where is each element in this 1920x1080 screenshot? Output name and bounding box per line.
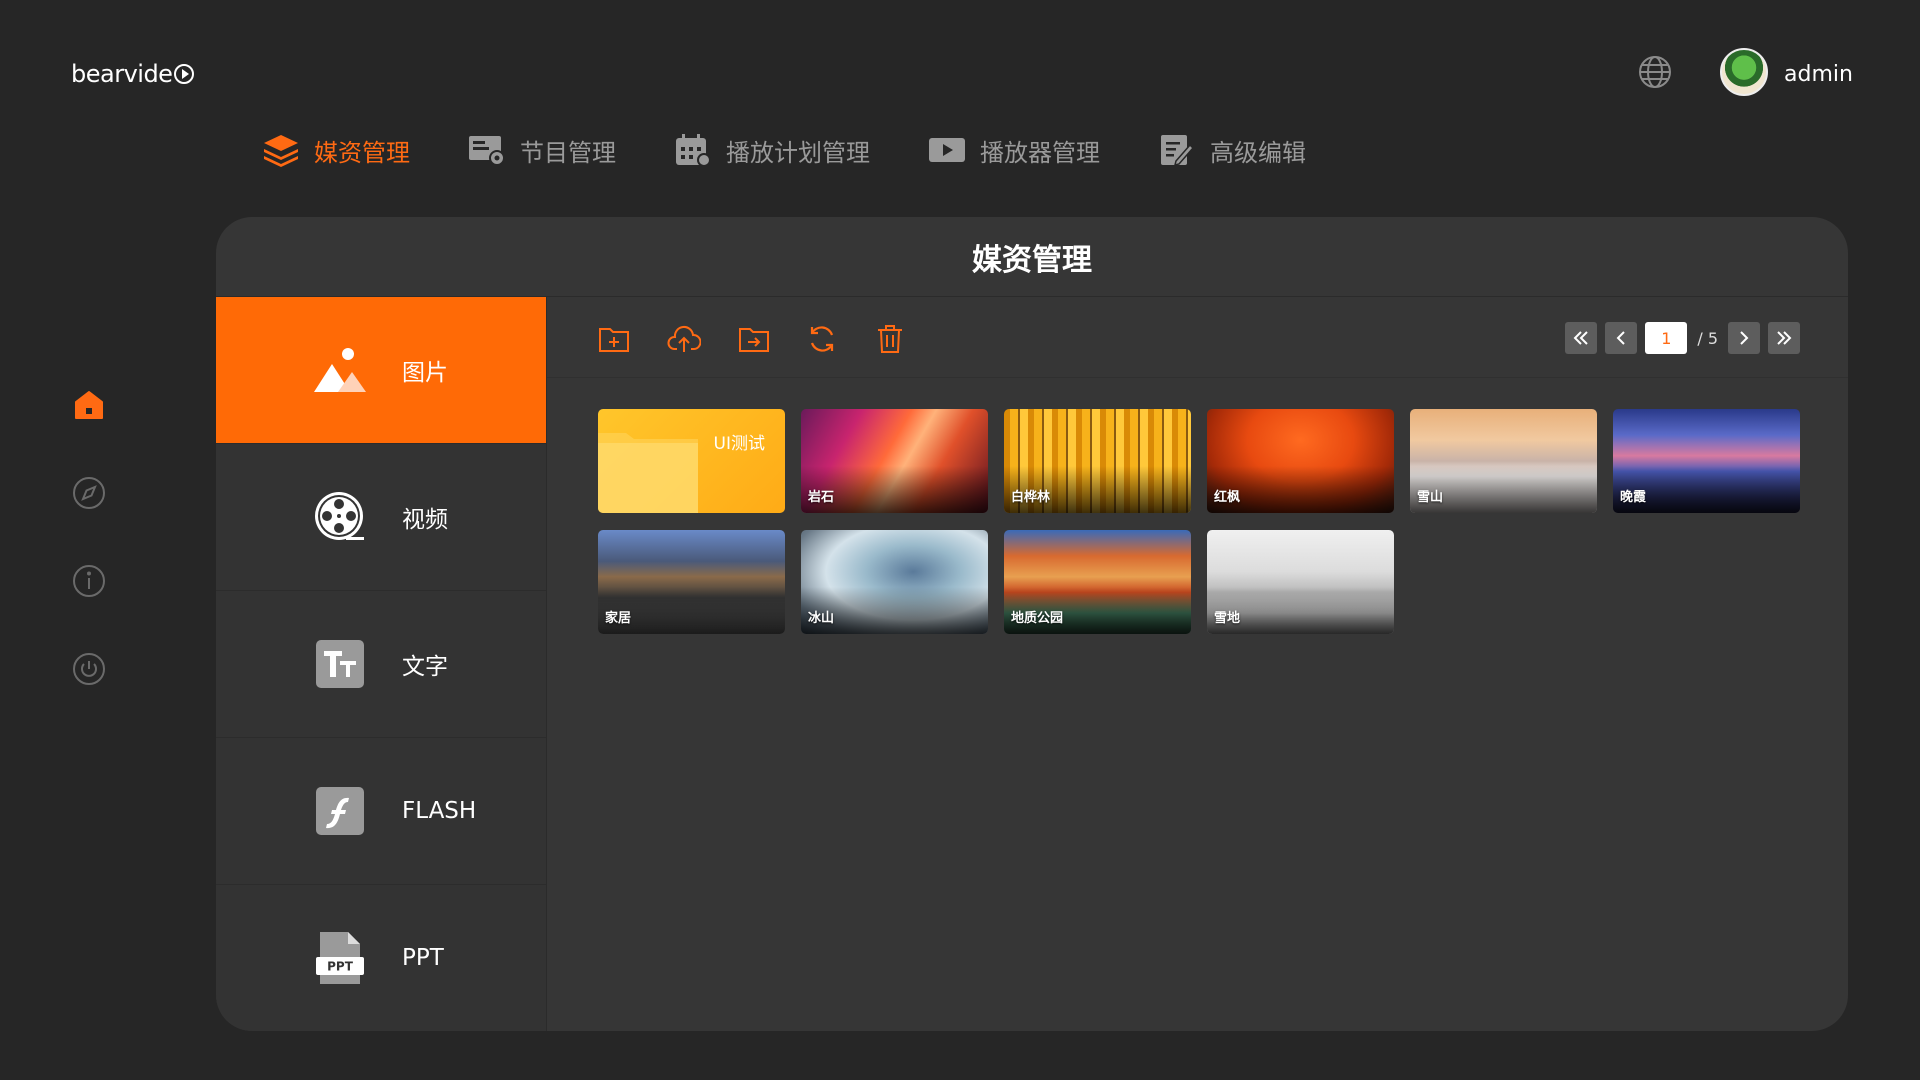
- folder-tile[interactable]: UI测试: [598, 409, 785, 513]
- folder-label: UI测试: [713, 434, 765, 454]
- sidebar: [72, 388, 106, 686]
- nav-item-label: 高级编辑: [1210, 138, 1306, 167]
- nav-item-media[interactable]: 媒资管理: [262, 130, 410, 170]
- tile-label: 白桦林: [1011, 490, 1051, 505]
- nav-item-schedule[interactable]: 播放计划管理: [674, 130, 870, 170]
- nav-item-advanced-edit[interactable]: 高级编辑: [1158, 130, 1306, 170]
- image-tile[interactable]: 冰山: [801, 530, 988, 634]
- avatar[interactable]: [1720, 48, 1768, 96]
- delete-icon[interactable]: [873, 322, 907, 356]
- nav-item-label: 媒资管理: [314, 138, 410, 167]
- first-page-button[interactable]: [1565, 322, 1598, 354]
- film-reel-icon: [312, 489, 368, 545]
- stack-icon: [262, 133, 300, 167]
- text-icon: [312, 636, 368, 692]
- folder-icon: [598, 433, 698, 513]
- flash-icon: [312, 783, 368, 839]
- compass-icon[interactable]: [72, 476, 106, 510]
- nav-item-program[interactable]: 节目管理: [468, 130, 616, 170]
- tile-label: 岩石: [808, 490, 835, 505]
- page-title: 媒资管理: [216, 217, 1848, 297]
- app-logo[interactable]: bearvide: [71, 60, 195, 88]
- tile-label: 地质公园: [1011, 611, 1064, 626]
- username[interactable]: admin: [1784, 62, 1853, 87]
- image-tile[interactable]: 岩石: [801, 409, 988, 513]
- new-folder-icon[interactable]: [597, 322, 631, 356]
- power-icon[interactable]: [72, 652, 106, 686]
- category-video[interactable]: 视频: [216, 444, 546, 591]
- prev-page-button[interactable]: [1605, 322, 1638, 354]
- tile-label: 冰山: [808, 611, 835, 626]
- category-list: 图片 视频 文字 FLASH PPT PPT: [216, 297, 547, 1031]
- category-label: FLASH: [402, 798, 477, 824]
- category-label: 文字: [402, 654, 448, 680]
- logo-text: bearvide: [71, 60, 173, 88]
- globe-icon[interactable]: [1638, 55, 1672, 89]
- media-panel: 媒资管理 图片 视频 文字 FLASH PPT PPT 1 / 5 UI测试 岩…: [216, 217, 1848, 1031]
- refresh-icon[interactable]: [805, 322, 839, 356]
- nav-item-label: 播放计划管理: [726, 138, 870, 167]
- tile-label: 红枫: [1214, 490, 1241, 505]
- next-page-button[interactable]: [1728, 322, 1760, 354]
- calendar-icon: [674, 133, 712, 167]
- image-tile[interactable]: 红枫: [1207, 409, 1394, 513]
- category-label: PPT: [402, 945, 444, 971]
- category-label: 视频: [402, 507, 448, 533]
- tile-label: 雪地: [1214, 611, 1241, 626]
- nav-item-label: 播放器管理: [980, 138, 1100, 167]
- tile-label: 家居: [605, 611, 632, 626]
- image-tile[interactable]: 白桦林: [1004, 409, 1191, 513]
- toolbar: / 5: [547, 297, 1848, 378]
- category-label: 图片: [402, 360, 448, 386]
- page-number-input[interactable]: [1645, 322, 1688, 354]
- image-tile[interactable]: 雪地: [1207, 530, 1394, 634]
- image-tile[interactable]: 雪山: [1410, 409, 1597, 513]
- upload-icon[interactable]: [667, 322, 701, 356]
- last-page-button[interactable]: [1768, 322, 1800, 354]
- image-tile[interactable]: 家居: [598, 530, 785, 634]
- edit-icon: [1158, 133, 1196, 167]
- category-image[interactable]: 图片: [216, 297, 546, 444]
- play-logo-icon: [174, 64, 195, 84]
- category-text[interactable]: 文字: [216, 591, 546, 738]
- page-total: / 5: [1697, 328, 1718, 348]
- player-icon: [928, 133, 966, 167]
- move-folder-icon[interactable]: [737, 322, 771, 356]
- nav-item-label: 节目管理: [520, 138, 616, 167]
- tile-label: 晚霞: [1620, 490, 1647, 505]
- program-icon: [468, 133, 506, 167]
- ppt-file-icon: PPT: [312, 930, 368, 986]
- category-flash[interactable]: FLASH: [216, 738, 546, 885]
- top-navigation: 媒资管理 节目管理 播放计划管理 播放器管理 高级编辑: [262, 130, 1364, 170]
- pagination: / 5: [1565, 322, 1800, 354]
- image-icon: [312, 342, 368, 398]
- home-icon[interactable]: [72, 388, 106, 422]
- svg-text:PPT: PPT: [327, 960, 354, 974]
- nav-item-player[interactable]: 播放器管理: [928, 130, 1100, 170]
- tile-label: 雪山: [1417, 490, 1444, 505]
- image-tile[interactable]: 地质公园: [1004, 530, 1191, 634]
- image-tile[interactable]: 晚霞: [1613, 409, 1800, 513]
- media-content: / 5 UI测试 岩石 白桦林: [547, 297, 1848, 1031]
- category-ppt[interactable]: PPT PPT: [216, 885, 546, 1031]
- info-icon[interactable]: [72, 564, 106, 598]
